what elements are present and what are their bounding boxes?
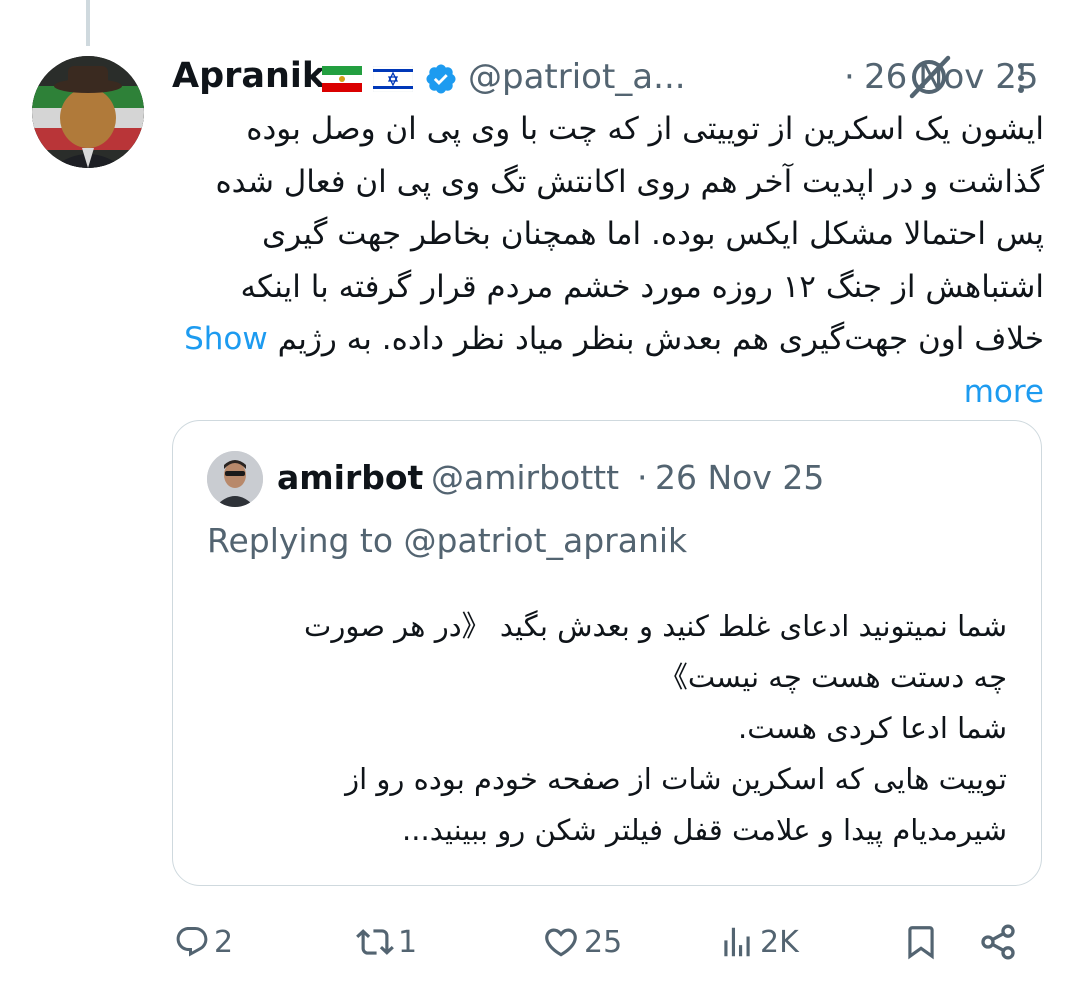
share-icon — [981, 924, 1015, 960]
iran-lion-sun-flag-icon — [322, 66, 362, 92]
reply-count: 2 — [214, 924, 234, 960]
repost-icon — [356, 929, 394, 955]
thread-connector-line — [86, 0, 90, 46]
author-avatar[interactable] — [32, 56, 144, 168]
bookmark-icon — [908, 926, 934, 960]
tweet-text-line: خلاف اون جهت‌گیری هم بعدش بنظر میاد نظر … — [277, 321, 1044, 357]
heart-icon — [545, 928, 577, 957]
like-button[interactable]: 25 — [542, 912, 622, 972]
quoted-text-line: شما نمیتونید ادعای غلط کنید و بعدش بگید … — [304, 609, 1007, 643]
view-count: 2K — [760, 924, 799, 960]
repost-count: 1 — [398, 924, 418, 960]
replying-to-label: Replying to @patriot_apranik — [207, 521, 688, 560]
tweet-text-line: اشتباهش از جنگ ۱۲ روزه مورد خشم مردم قرا… — [240, 268, 1044, 305]
quoted-tweet-date[interactable]: 26 Nov 25 — [655, 458, 824, 497]
tweet-text-line-last: خلاف اون جهت‌گیری هم بعدش بنظر میاد نظر … — [172, 313, 1044, 418]
more-options-icon[interactable] — [1006, 58, 1036, 98]
quoted-text-line: شما ادعا کردی هست. — [738, 711, 1007, 745]
verified-badge-icon[interactable] — [424, 62, 458, 96]
quoted-text-line: شیرمدیام پیدا و علامت قفل فیلتر شکن رو ب… — [402, 813, 1007, 847]
header-separator: · — [844, 57, 855, 97]
quoted-text-line: توییت هایی که اسکرین شات از صفحه خودم بو… — [345, 762, 1007, 796]
quoted-author-avatar[interactable] — [207, 451, 263, 507]
grok-icon[interactable] — [904, 52, 954, 102]
share-button[interactable] — [978, 912, 1018, 972]
tweet-text-line: ایشون یک اسکرین از توییتی از که چت با وی… — [246, 111, 1044, 147]
reply-icon — [176, 927, 208, 957]
quoted-tweet-card[interactable]: amirbot @amirbottt · 26 Nov 25 Replying … — [172, 420, 1042, 886]
tweet-actions-bar: 2 1 25 2K — [172, 912, 1032, 972]
tweet-text-line: گذاشت و در اپدیت آخر هم روی اکانتش تگ وی… — [215, 163, 1044, 200]
reply-button[interactable]: 2 — [174, 912, 233, 972]
israel-flag-icon — [373, 66, 414, 92]
quoted-tweet-text: شما نمیتونید ادعای غلط کنید و بعدش بگید … — [207, 601, 1007, 856]
like-count: 25 — [584, 924, 623, 960]
quoted-text-line: چه دستت هست چه نیست》 — [658, 660, 1007, 694]
views-icon — [724, 927, 750, 957]
quoted-author-name[interactable]: amirbot — [277, 458, 423, 497]
quoted-author-handle[interactable]: @amirbottt — [431, 458, 619, 497]
tweet-text: ایشون یک اسکرین از توییتی از که چت با وی… — [172, 103, 1044, 418]
tweet-header: Apranik @patriot_a... · 26 Nov 25 — [172, 52, 1077, 104]
tweet-text-line: پس احتمالا مشکل ایکس بوده. اما همچنان بخ… — [261, 216, 1044, 252]
author-name[interactable]: Apranik — [172, 56, 325, 96]
views-button[interactable]: 2K — [718, 912, 799, 972]
quoted-header-separator: · — [637, 458, 648, 497]
author-handle[interactable]: @patriot_a... — [468, 57, 686, 97]
author-flags — [322, 66, 419, 92]
repost-button[interactable]: 1 — [356, 912, 417, 972]
bookmark-button[interactable] — [902, 912, 940, 972]
